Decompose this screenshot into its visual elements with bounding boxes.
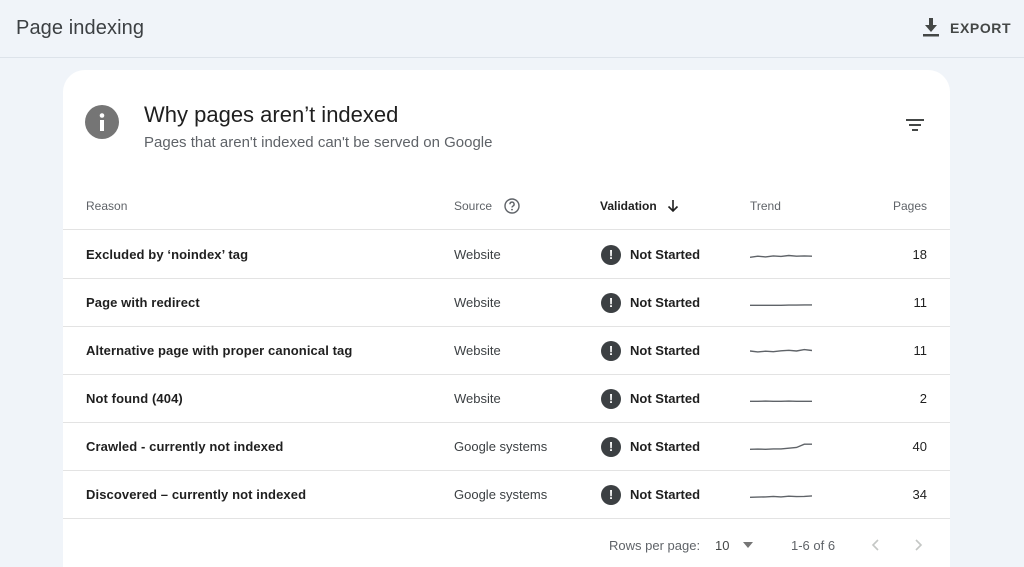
row-pages: 11 xyxy=(913,295,928,310)
info-icon xyxy=(85,105,119,139)
exclamation-icon: ! xyxy=(601,340,621,361)
trend-sparkline xyxy=(750,442,812,450)
row-reason: Crawled - currently not indexed xyxy=(86,439,284,454)
rows-per-page-label: Rows per page: xyxy=(609,537,701,553)
previous-page-icon[interactable] xyxy=(870,539,880,551)
trend-sparkline xyxy=(750,494,812,498)
filter-icon[interactable] xyxy=(903,113,927,137)
row-reason: Excluded by ‘noindex’ tag xyxy=(86,247,249,262)
row-reason: Not found (404) xyxy=(86,391,183,406)
trend-sparkline xyxy=(750,399,812,402)
row-reason: Discovered – currently not indexed xyxy=(86,487,307,502)
row-reason: Page with redirect xyxy=(86,295,200,310)
column-pages[interactable]: Pages xyxy=(863,182,927,230)
row-validation: ! Not Started xyxy=(601,327,700,374)
validation-status: Not Started xyxy=(630,391,701,406)
row-validation: ! Not Started xyxy=(601,231,700,278)
row-source: Google systems xyxy=(454,487,548,502)
trend-sparkline xyxy=(750,254,812,258)
table-row[interactable]: Discovered – currently not indexed Google… xyxy=(63,471,950,519)
validation-status: Not Started xyxy=(630,487,701,502)
column-reason[interactable]: Reason xyxy=(86,182,127,230)
row-pages: 34 xyxy=(912,487,927,502)
validation-status: Not Started xyxy=(630,343,701,358)
trend-line xyxy=(750,494,812,498)
exclamation-icon: ! xyxy=(601,388,621,409)
row-trend xyxy=(750,375,812,422)
validation-status: Not Started xyxy=(630,247,701,262)
row-trend xyxy=(750,279,812,326)
validation-status: Not Started xyxy=(630,295,701,310)
column-validation[interactable]: Validation xyxy=(600,182,679,230)
top-bar: Page indexing EXPORT xyxy=(0,0,1024,58)
table-header: Reason Source Validation Trend Pages xyxy=(63,182,950,230)
row-source: Website xyxy=(454,391,501,406)
row-validation: ! Not Started xyxy=(601,279,700,326)
table-row[interactable]: Alternative page with proper canonical t… xyxy=(63,327,950,375)
row-trend xyxy=(750,327,812,374)
trend-line xyxy=(750,254,812,258)
row-validation: ! Not Started xyxy=(601,423,700,470)
help-circle-icon[interactable] xyxy=(504,198,520,214)
download-icon xyxy=(923,18,939,37)
row-reason: Alternative page with proper canonical t… xyxy=(86,343,353,358)
row-validation: ! Not Started xyxy=(601,375,700,422)
row-source: Website xyxy=(454,343,501,358)
card-title: Why pages aren’t indexed xyxy=(144,102,399,127)
export-button[interactable]: EXPORT xyxy=(922,14,1011,42)
row-source: Website xyxy=(454,247,501,262)
pagination: Rows per page: 10 1-6 of 6 xyxy=(63,530,950,560)
arrow-down-icon xyxy=(667,200,678,213)
page-title: Page indexing xyxy=(16,17,145,39)
row-pages: 2 xyxy=(919,391,927,406)
exclamation-icon: ! xyxy=(601,292,621,313)
card-subtitle: Pages that aren't indexed can't be serve… xyxy=(144,134,493,151)
row-source: Google systems xyxy=(454,439,548,454)
table-row[interactable]: Crawled - currently not indexed Google sy… xyxy=(63,423,950,471)
table-row[interactable]: Page with redirect Website! Not Started 11 xyxy=(63,279,950,327)
chevron-down-icon xyxy=(743,542,754,548)
column-validation-label: Validation xyxy=(600,199,657,213)
validation-status: Not Started xyxy=(630,439,701,454)
trend-line xyxy=(750,442,812,450)
table-row[interactable]: Not found (404) Website! Not Started 2 xyxy=(63,375,950,423)
row-trend xyxy=(750,231,812,278)
column-source[interactable]: Source xyxy=(454,182,520,230)
range-label: 1-6 of 6 xyxy=(791,537,836,553)
rows-per-page-value: 10 xyxy=(715,537,730,553)
next-page-icon[interactable] xyxy=(914,539,924,551)
export-label: EXPORT xyxy=(950,20,1012,36)
exclamation-icon: ! xyxy=(601,484,621,505)
trend-sparkline xyxy=(750,348,812,353)
trend-line xyxy=(750,348,812,353)
trend-sparkline xyxy=(750,303,812,306)
row-validation: ! Not Started xyxy=(601,471,700,518)
column-source-label: Source xyxy=(454,199,493,213)
row-trend xyxy=(750,423,812,470)
rows-per-page-select[interactable]: 10 xyxy=(715,530,754,560)
table-row[interactable]: Excluded by ‘noindex’ tag Website! Not Sta… xyxy=(63,231,950,279)
exclamation-icon: ! xyxy=(601,436,621,457)
row-pages: 18 xyxy=(912,247,927,262)
exclamation-icon: ! xyxy=(601,244,621,265)
column-trend: Trend xyxy=(750,199,781,213)
row-source: Website xyxy=(454,295,501,310)
row-trend xyxy=(750,471,812,518)
row-pages: 11 xyxy=(913,343,928,358)
row-pages: 40 xyxy=(912,439,927,454)
why-not-indexed-card: Why pages aren’t indexed Pages that aren… xyxy=(63,70,950,567)
